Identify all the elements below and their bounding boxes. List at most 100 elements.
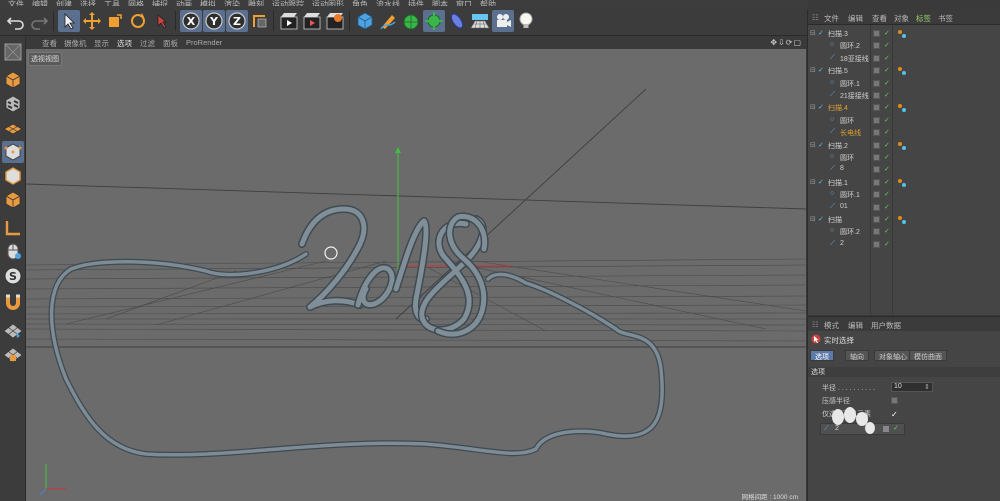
expand-toggle-icon[interactable]: ⊟ [810,29,816,37]
layer-icon[interactable] [873,166,880,174]
layer-icon[interactable] [873,42,880,50]
layer-icon[interactable] [873,30,880,37]
object-row-spline[interactable]: ⟋ 01 ✓ [808,202,1000,214]
obj-menu-view[interactable]: 查看 [872,13,887,24]
enabled-tick-icon[interactable]: ✓ [884,203,890,211]
viewport-menu-display[interactable]: 显示 [94,38,109,49]
tag-icon[interactable] [902,145,906,150]
enabled-tick-icon[interactable]: ✓ [884,103,890,111]
layer-icon[interactable] [873,154,880,161]
workplane-mode-button[interactable] [2,117,24,139]
attr-tab-options[interactable]: 选项 [810,350,834,361]
obj-menu-file[interactable]: 文件 [824,13,839,24]
attr-tab-surface[interactable]: 模仿曲面 [909,350,947,361]
viewport-menu-cameras[interactable]: 摄像机 [64,38,87,49]
rotate-tool-button[interactable] [127,10,149,32]
layer-icon[interactable] [873,67,880,75]
layer-icon[interactable] [873,141,880,149]
tag-icon[interactable] [898,67,902,72]
enabled-tick-icon[interactable]: ✓ [884,165,890,173]
obj-menu-objects[interactable]: 对象 [894,13,909,24]
cube-object-button[interactable] [354,10,376,32]
enabled-tick-icon[interactable]: ✓ [884,91,890,99]
axis-mode-button[interactable] [2,217,24,239]
object-row-sweep[interactable]: ⊟ ✓ 扫描.3 ✓ [808,28,1000,40]
enabled-tick-icon[interactable]: ✓ [884,153,890,161]
object-row-circle[interactable]: ○ 圆环.2 ✓ [808,40,1000,52]
object-row-circle[interactable]: ○ 圆环 ✓ [808,152,1000,164]
tag-icon[interactable] [898,178,902,183]
scale-tool-button[interactable] [104,10,126,32]
snap-button[interactable]: S [2,265,24,287]
tag-icon[interactable] [902,108,906,113]
tag-icon[interactable] [902,182,906,187]
layer-icon[interactable] [873,116,880,124]
tag-icon[interactable] [898,104,902,109]
grid-workplane-button[interactable] [2,319,24,341]
expand-toggle-icon[interactable]: ⊟ [810,178,816,186]
tag-icon[interactable] [898,141,902,146]
render-view-button[interactable] [278,10,300,32]
obj-menu-bookmarks[interactable]: 书签 [938,13,953,24]
enabled-tick-icon[interactable]: ✓ [884,54,890,62]
viewport-menu-view[interactable]: 查看 [42,38,57,49]
obj-menu-edit[interactable]: 编辑 [848,13,863,24]
stepper-icon[interactable]: ⇕ [924,383,930,391]
object-row-circle[interactable]: ○ 圆环.2 ✓ [808,226,1000,238]
camera-button[interactable] [492,10,514,32]
perspective-viewport[interactable]: 透视视图 网格间距 : 1000 cm [26,49,806,501]
object-row-sweep[interactable]: ⊟ ✓ 扫描.2 ✓ [808,140,1000,152]
pressure-radius-checkbox[interactable] [891,397,898,404]
object-row-circle[interactable]: ○ 圆环.1 ✓ [808,189,1000,201]
layer-icon[interactable] [873,228,880,236]
move-tool-button[interactable] [81,10,103,32]
attr-menu-mode[interactable]: 模式 [824,320,839,331]
viewport-nav-icons[interactable]: ✥⇩⟳▢ [770,38,802,47]
subdivision-button[interactable] [400,10,422,32]
undo-button[interactable] [5,10,27,32]
coordinate-system-button[interactable] [249,10,271,32]
render-settings-button[interactable] [324,10,346,32]
edge-mode-button[interactable] [2,165,24,187]
attr-menu-userdata[interactable]: 用户数据 [871,320,901,331]
light-button[interactable] [515,10,537,32]
object-row-spline[interactable]: ⟋ 21接接线 ✓ [808,90,1000,102]
enabled-tick-icon[interactable]: ✓ [884,227,890,235]
live-select-button[interactable] [150,10,172,32]
floor-button[interactable] [469,10,491,32]
enabled-tick-icon[interactable]: ✓ [884,240,890,248]
enabled-tick-icon[interactable]: ✓ [884,128,890,136]
layer-icon[interactable] [873,191,880,199]
environment-button[interactable] [446,10,468,32]
magnet-button[interactable] [2,291,24,313]
expand-toggle-icon[interactable]: ⊟ [810,141,816,149]
model-mode-button[interactable] [2,69,24,91]
object-row-sweep[interactable]: ⊟ ✓ 扫描.4 ✓ [808,102,1000,114]
z-axis-button[interactable]: Z [226,10,248,32]
layer-icon[interactable] [873,104,880,112]
layer-icon[interactable] [873,129,880,137]
y-axis-button[interactable]: Y [203,10,225,32]
layer-icon[interactable] [873,54,880,62]
tag-icon[interactable] [902,71,906,76]
object-row-spline[interactable]: ⟋ 8 ✓ [808,164,1000,176]
layer-icon[interactable] [873,92,880,99]
enabled-tick-icon[interactable]: ✓ [884,29,890,37]
enabled-tick-icon[interactable]: ✓ [884,215,890,223]
visible-only-checkbox[interactable]: ✓ [891,410,898,419]
layer-icon[interactable] [873,216,880,223]
enabled-tick-icon[interactable]: ✓ [884,66,890,74]
enabled-tick-icon[interactable]: ✓ [884,41,890,49]
object-row-sweep[interactable]: ⊟ ✓ 扫描.1 ✓ [808,177,1000,189]
tag-icon[interactable] [898,216,902,220]
enabled-tick-icon[interactable]: ✓ [884,141,890,149]
pen-spline-button[interactable] [377,10,399,32]
enabled-tick-icon[interactable]: ✓ [884,178,890,186]
object-row-spline[interactable]: ⟋ 18亚接线 ✓ [808,53,1000,65]
attr-tab-object-axis[interactable]: 对象轴心 [874,350,912,361]
object-row-sweep[interactable]: ⊟ ✓ 扫描.5 ✓ [808,65,1000,77]
enabled-tick-icon[interactable]: ✓ [884,190,890,198]
object-row-sweep[interactable]: ⊟ ✓ 扫描 ✓ [808,214,1000,226]
obj-menu-tags[interactable]: 标签 [916,13,931,24]
expand-toggle-icon[interactable]: ⊟ [810,215,816,223]
